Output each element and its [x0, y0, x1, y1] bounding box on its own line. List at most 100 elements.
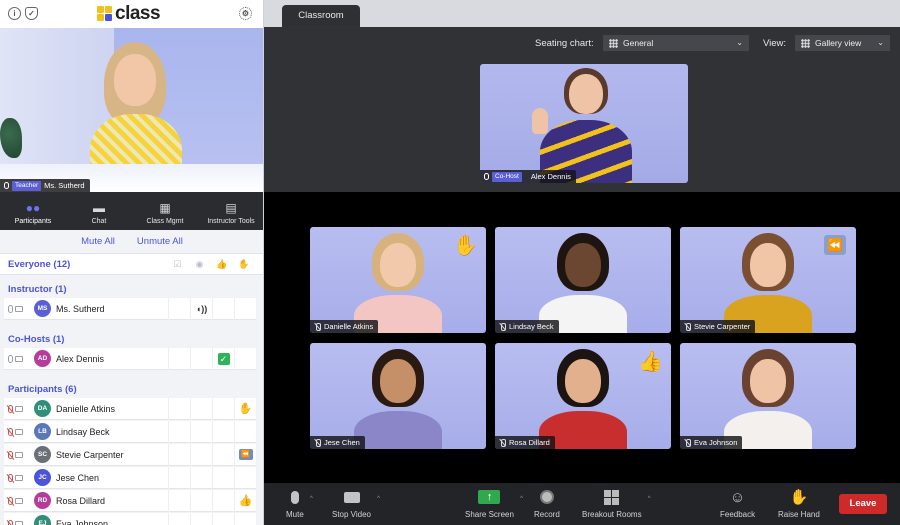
tab-chat[interactable]: ▬ Chat — [66, 192, 132, 230]
participant-row[interactable]: LB Lindsay Beck — [4, 420, 256, 443]
mute-label: Mute — [286, 510, 304, 519]
mute-all-button[interactable]: Mute All — [81, 236, 115, 252]
participant-row[interactable]: EJ Eva Johnson — [4, 512, 256, 525]
student-nametag: Stevie Carpenter — [680, 320, 756, 333]
logo-mark — [97, 6, 113, 22]
student-video-tile[interactable]: Lindsay Beck — [495, 227, 671, 333]
participant-row[interactable]: RD Rosa Dillard 👍 — [4, 489, 256, 512]
view-dropdown[interactable]: Gallery view ⌄ — [795, 35, 890, 51]
feedback-button[interactable]: ☺ Feedback — [720, 488, 755, 520]
mic-icon — [4, 182, 9, 189]
leave-button[interactable]: Leave — [839, 494, 887, 514]
cohost-video[interactable]: Co-Host Alex Dennis — [480, 64, 688, 183]
status-cell — [212, 420, 234, 443]
device-status — [4, 427, 34, 436]
mic-muted-icon — [314, 439, 321, 447]
student-figure — [720, 349, 816, 449]
participant-row[interactable]: SC Stevie Carpenter ⏪ — [4, 443, 256, 466]
thumbs-up-icon[interactable]: 👍 — [216, 259, 227, 270]
mute-button[interactable]: Mute ^ — [286, 488, 313, 519]
mic-icon[interactable] — [8, 450, 13, 459]
student-video-tile[interactable]: Jese Chen — [310, 343, 486, 449]
chevron-down-icon: ⌄ — [877, 38, 884, 47]
camera-icon[interactable] — [15, 428, 23, 435]
participant-row[interactable]: JC Jese Chen — [4, 466, 256, 489]
student-video-tile[interactable]: Eva Johnson — [680, 343, 856, 449]
avatar: DA — [34, 400, 51, 417]
eye-icon[interactable]: ◉ — [194, 259, 205, 270]
unmute-all-button[interactable]: Unmute All — [137, 236, 183, 252]
student-name: Danielle Atkins — [324, 322, 374, 331]
everyone-header: Everyone (12) ☑ ◉ 👍 ✋ — [0, 253, 263, 275]
chevron-up-icon[interactable]: ^ — [520, 496, 523, 502]
chevron-up-icon[interactable]: ^ — [648, 496, 651, 502]
status-cell — [190, 489, 212, 512]
hand-icon[interactable]: ✋ — [238, 259, 249, 270]
camera-icon[interactable] — [15, 405, 23, 412]
camera-icon[interactable] — [15, 497, 23, 504]
cohost-name: Alex Dennis — [530, 172, 571, 181]
status-cell — [234, 347, 256, 370]
camera-icon[interactable] — [15, 451, 23, 458]
share-screen-button[interactable]: ↑ Share Screen ^ — [465, 488, 523, 519]
status-cell — [190, 466, 212, 489]
record-button[interactable]: Record — [534, 488, 560, 519]
checkbox-icon[interactable]: ☑ — [172, 259, 183, 270]
chevron-up-icon[interactable]: ^ — [377, 496, 380, 502]
mic-icon[interactable] — [8, 427, 13, 436]
mic-icon[interactable] — [8, 473, 13, 482]
student-video-tile[interactable]: ⏪ Stevie Carpenter — [680, 227, 856, 333]
student-video-tile[interactable]: 👍 Rosa Dillard — [495, 343, 671, 449]
raise-hand-label: Raise Hand — [778, 510, 820, 519]
mic-icon[interactable] — [8, 519, 13, 525]
status-cell — [212, 489, 234, 512]
camera-icon — [343, 488, 360, 506]
mic-icon[interactable] — [8, 404, 13, 413]
seating-chart-dropdown[interactable]: General ⌄ — [603, 35, 749, 51]
camera-icon[interactable] — [15, 474, 23, 481]
record-label: Record — [534, 510, 560, 519]
gear-icon[interactable]: ⚙ — [239, 7, 252, 20]
breakout-rooms-button[interactable]: Breakout Rooms ^ — [582, 488, 651, 519]
plant — [0, 118, 22, 158]
mic-muted-icon — [684, 439, 691, 447]
camera-icon[interactable] — [15, 305, 23, 312]
shield-icon[interactable]: ✓ — [25, 7, 38, 20]
tab-participants[interactable]: ●● Participants — [0, 192, 66, 230]
mic-icon[interactable] — [8, 304, 13, 313]
status-cell — [168, 347, 190, 370]
mic-muted-icon — [684, 323, 691, 331]
status-cell — [234, 420, 256, 443]
mute-controls: Mute All Unmute All — [0, 236, 263, 252]
raise-hand-button[interactable]: ✋ Raise Hand — [778, 488, 820, 519]
mic-icon[interactable] — [8, 354, 13, 363]
participant-row[interactable]: MS Ms. Sutherd ◖)) — [4, 297, 256, 320]
status-cell — [190, 397, 212, 420]
smiley-icon: ☺ — [729, 488, 746, 506]
camera-icon[interactable] — [15, 520, 23, 525]
thumbs-up-icon: 👍 — [238, 495, 253, 507]
student-video-tile[interactable]: ✋ Danielle Atkins — [310, 227, 486, 333]
participant-row[interactable]: AD Alex Dennis ✓ — [4, 347, 256, 370]
device-status — [4, 304, 34, 313]
chat-icon: ▬ — [93, 201, 105, 215]
rewind-icon: ⏪ — [238, 449, 253, 460]
tab-class-mgmt[interactable]: ▦ Class Mgmt — [132, 192, 198, 230]
mic-icon[interactable] — [8, 496, 13, 505]
camera-icon[interactable] — [15, 355, 23, 362]
participant-row[interactable]: DA Danielle Atkins ✋ — [4, 397, 256, 420]
device-status — [4, 450, 34, 459]
waving-hand — [532, 108, 548, 134]
tab-classroom[interactable]: Classroom — [282, 5, 360, 27]
stop-video-button[interactable]: Stop Video ^ — [332, 488, 380, 519]
student-figure — [350, 349, 446, 449]
info-icon[interactable]: i — [8, 7, 21, 20]
teacher-video[interactable]: Teacher Ms. Sutherd — [0, 28, 263, 192]
tab-instructor-tools[interactable]: ▤ Instructor Tools — [198, 192, 263, 230]
role-badge: Teacher — [12, 180, 42, 191]
chevron-up-icon[interactable]: ^ — [310, 496, 313, 502]
participant-name: Jese Chen — [56, 472, 100, 483]
status-cell — [234, 512, 256, 525]
breakout-rooms-icon — [604, 489, 620, 505]
status-cell — [212, 466, 234, 489]
